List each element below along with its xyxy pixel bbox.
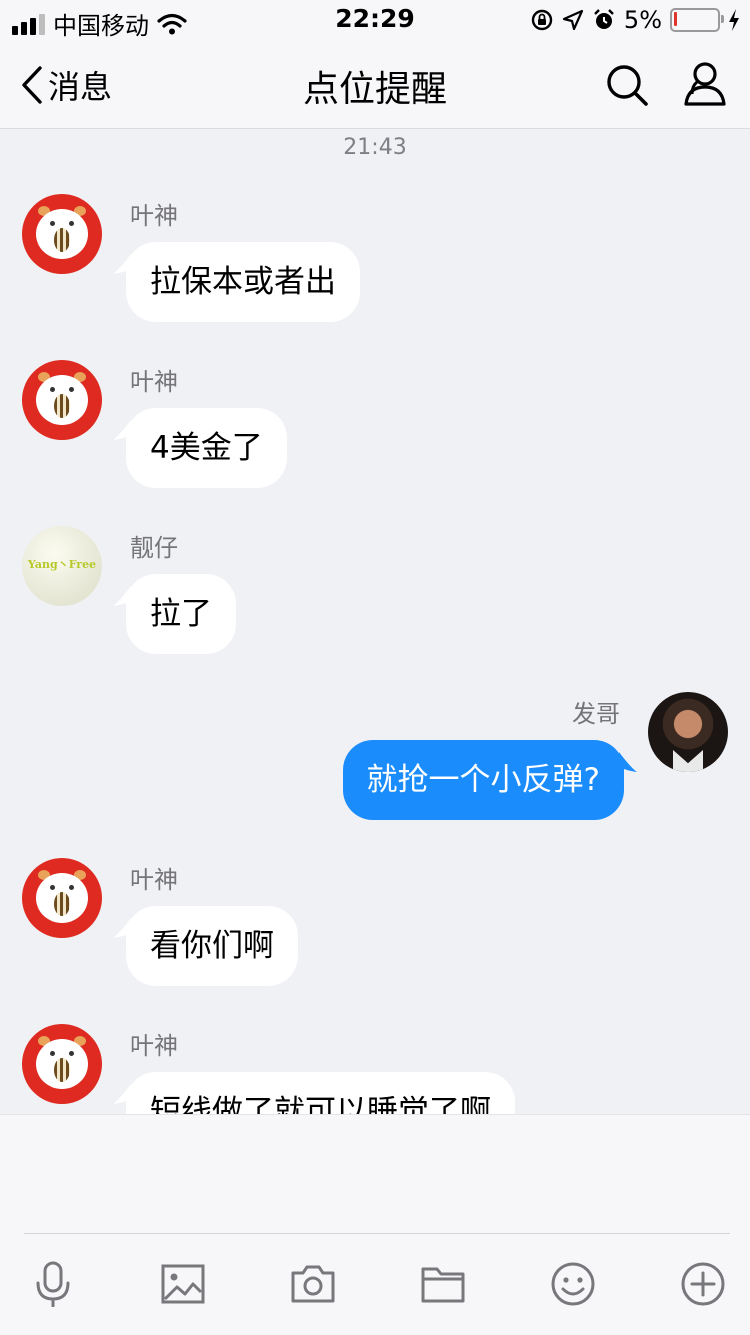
hamster-avatar[interactable] bbox=[22, 1024, 102, 1104]
message-bubble[interactable]: 就抢一个小反弹? bbox=[342, 740, 624, 820]
avatar-text: Yang丶Free bbox=[27, 558, 97, 571]
location-icon bbox=[562, 9, 584, 31]
rotation-lock-icon bbox=[531, 9, 553, 31]
yang-free-avatar[interactable]: Yang丶Free bbox=[22, 526, 102, 606]
sender-name: 发哥 bbox=[572, 700, 620, 728]
message-input[interactable] bbox=[24, 1115, 730, 1234]
charging-bolt-icon bbox=[729, 9, 739, 31]
input-bar bbox=[0, 1114, 750, 1335]
hamster-avatar[interactable] bbox=[22, 194, 102, 274]
status-right: 5% bbox=[530, 6, 740, 34]
man-photo-avatar[interactable] bbox=[648, 692, 728, 772]
hamster-avatar[interactable] bbox=[22, 360, 102, 440]
battery-percent: 5% bbox=[623, 6, 662, 34]
battery-icon bbox=[670, 8, 724, 32]
folder-icon[interactable] bbox=[420, 1261, 466, 1307]
sender-name: 叶神 bbox=[130, 202, 178, 230]
chat-timestamp: 21:43 bbox=[343, 135, 407, 160]
sender-name: 叶神 bbox=[130, 368, 178, 396]
image-icon[interactable] bbox=[160, 1261, 206, 1307]
sender-name: 叶神 bbox=[130, 866, 178, 894]
message-bubble[interactable]: 拉了 bbox=[126, 574, 236, 654]
camera-icon[interactable] bbox=[290, 1261, 336, 1307]
emoji-icon[interactable] bbox=[550, 1261, 596, 1307]
message-bubble[interactable]: 拉保本或者出 bbox=[126, 242, 360, 322]
plus-icon[interactable] bbox=[680, 1261, 726, 1307]
sender-name: 叶神 bbox=[130, 1032, 178, 1060]
microphone-icon[interactable] bbox=[30, 1261, 76, 1307]
sender-name: 靓仔 bbox=[130, 534, 178, 562]
search-icon[interactable] bbox=[604, 62, 650, 108]
nav-bar: 消息 点位提醒 bbox=[0, 40, 750, 129]
message-bubble[interactable]: 短线做了就可以睡觉了啊 bbox=[126, 1072, 515, 1114]
status-bar: 中国移动 22:29 5% bbox=[0, 0, 750, 40]
chat-area[interactable]: 21:43 叶神 拉保本或者出 叶神 4美金了 Yang丶Free 靓仔 拉了 bbox=[0, 129, 750, 1114]
message-bubble[interactable]: 4美金了 bbox=[126, 408, 287, 488]
alarm-icon bbox=[594, 9, 614, 29]
group-profile-icon[interactable] bbox=[680, 60, 728, 108]
message-bubble[interactable]: 看你们啊 bbox=[126, 906, 298, 986]
hamster-avatar[interactable] bbox=[22, 858, 102, 938]
